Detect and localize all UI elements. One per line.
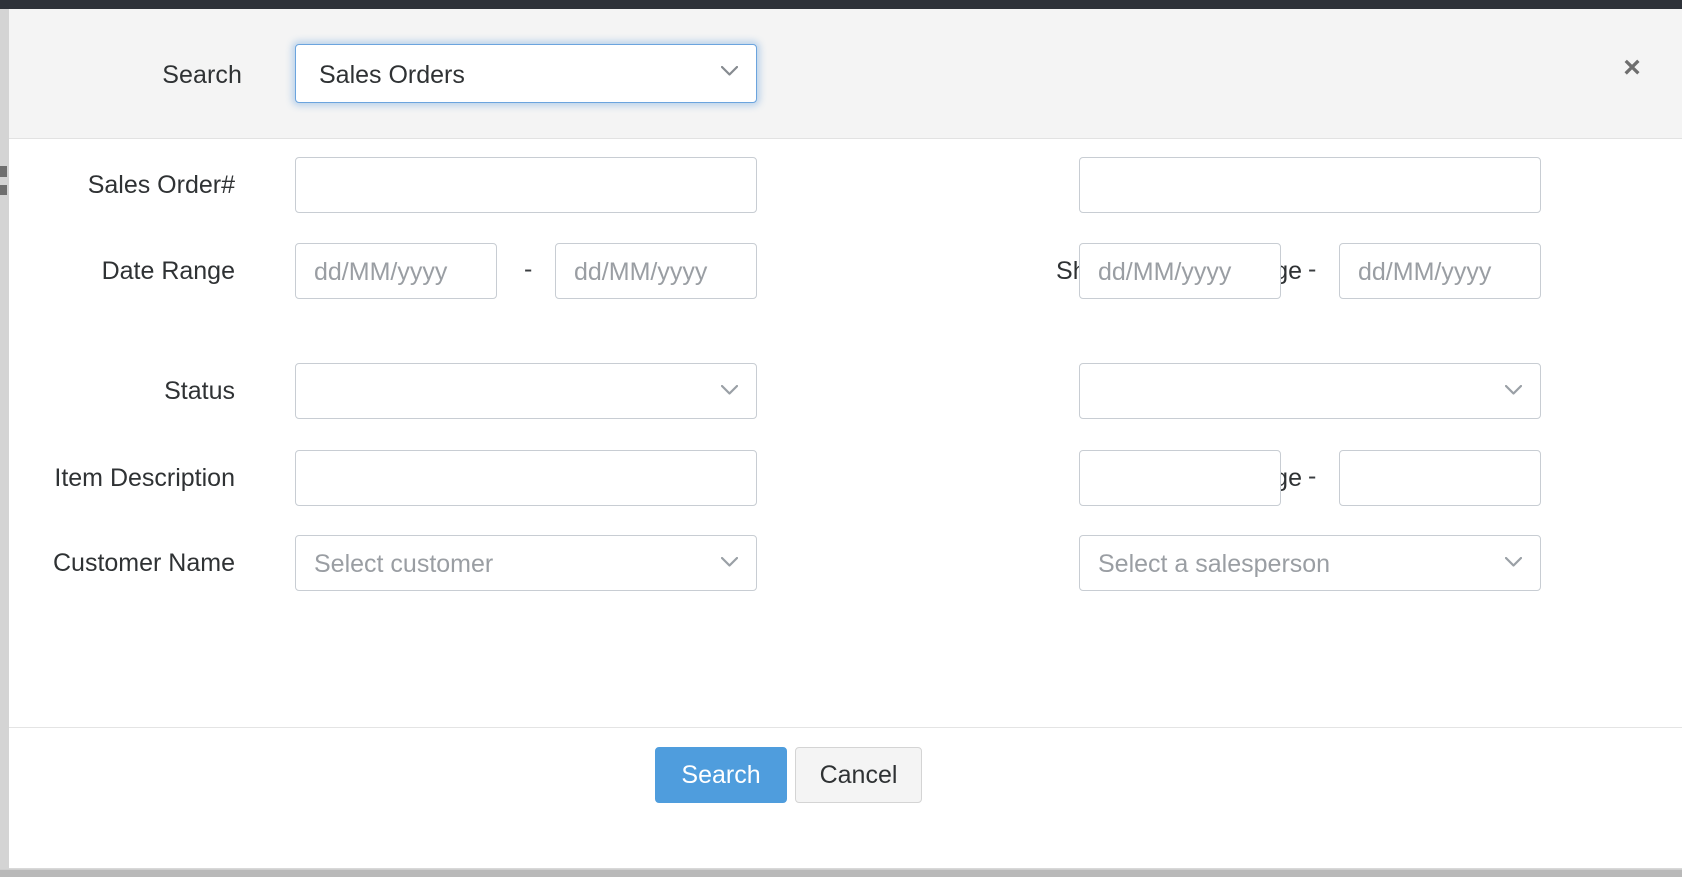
range-separator: -: [1308, 255, 1316, 284]
field-salesperson: Salesperson Select a salesperson: [784, 535, 1544, 597]
field-item-name: Item Name: [784, 363, 1544, 425]
field-control: [1079, 363, 1541, 419]
item-description-input[interactable]: [295, 450, 757, 506]
status-select[interactable]: [295, 363, 757, 419]
input-placeholder: dd/MM/yyyy: [314, 258, 447, 287]
input-placeholder: dd/MM/yyyy: [1358, 258, 1491, 287]
shipment-date-range-group: dd/MM/yyyy - dd/MM/yyyy: [1079, 243, 1541, 299]
date-range-to-input[interactable]: dd/MM/yyyy: [555, 243, 757, 299]
search-label: Search: [9, 61, 242, 90]
cancel-button[interactable]: Cancel: [795, 747, 922, 803]
range-separator: -: [524, 255, 532, 284]
field-status: Status: [9, 363, 769, 425]
salesperson-select[interactable]: Select a salesperson: [1079, 535, 1541, 591]
module-select-value: Sales Orders: [319, 61, 465, 90]
modal-body: Sales Order# Reference# Date Range d: [9, 139, 1682, 727]
close-icon[interactable]: ×: [1611, 47, 1653, 89]
chevron-down-icon: [1505, 385, 1522, 395]
shipment-date-from-input[interactable]: dd/MM/yyyy: [1079, 243, 1281, 299]
total-range-from-input[interactable]: [1079, 450, 1281, 506]
sales-order-number-input[interactable]: [295, 157, 757, 213]
field-control: [295, 157, 757, 213]
total-range-group: -: [1079, 450, 1541, 506]
field-control: dd/MM/yyyy - dd/MM/yyyy: [1079, 243, 1541, 299]
advanced-search-modal: Search Sales Orders × Sales Order#: [9, 9, 1682, 867]
field-control: [295, 363, 757, 419]
field-reference-number: Reference#: [784, 157, 1544, 219]
customer-name-select[interactable]: Select customer: [295, 535, 757, 591]
field-label: Sales Order#: [0, 168, 235, 202]
chevron-down-icon: [721, 557, 738, 567]
module-select[interactable]: Sales Orders: [295, 44, 757, 103]
footer-actions: Search Cancel: [9, 728, 1682, 868]
field-date-range: Date Range dd/MM/yyyy - dd/MM/yyyy: [9, 243, 769, 305]
chevron-down-icon: [1505, 557, 1522, 567]
field-control: Select a salesperson: [1079, 535, 1541, 591]
module-search-row: Search Sales Orders ×: [9, 9, 1682, 138]
total-range-to-input[interactable]: [1339, 450, 1541, 506]
date-range-from-input[interactable]: dd/MM/yyyy: [295, 243, 497, 299]
item-name-select[interactable]: [1079, 363, 1541, 419]
field-label: Date Range: [0, 254, 235, 288]
field-control: dd/MM/yyyy - dd/MM/yyyy: [295, 243, 757, 299]
shipment-date-to-input[interactable]: dd/MM/yyyy: [1339, 243, 1541, 299]
field-item-description: Item Description: [9, 450, 769, 512]
field-control: [1079, 157, 1541, 213]
field-label: Item Description: [0, 461, 235, 495]
search-button[interactable]: Search: [655, 747, 787, 803]
modal-footer: Search Cancel: [9, 727, 1682, 868]
chevron-down-icon: [721, 385, 738, 395]
field-total-range: Total Range -: [784, 450, 1544, 512]
field-control: Select customer: [295, 535, 757, 591]
input-placeholder: dd/MM/yyyy: [574, 258, 707, 287]
field-shipment-date-range: Shipment Date Range dd/MM/yyyy - dd/MM/y…: [784, 243, 1544, 305]
date-range-group: dd/MM/yyyy - dd/MM/yyyy: [295, 243, 757, 299]
field-label: Status: [0, 374, 235, 408]
field-label: Customer Name: [0, 546, 235, 580]
page-left-rail: [0, 9, 9, 869]
field-control: -: [1079, 450, 1541, 506]
field-sales-order-number: Sales Order#: [9, 157, 769, 219]
select-placeholder: Select a salesperson: [1098, 550, 1330, 579]
chevron-down-icon: [721, 66, 738, 76]
input-placeholder: dd/MM/yyyy: [1098, 258, 1231, 287]
modal-header: Search Sales Orders ×: [9, 9, 1682, 139]
range-separator: -: [1308, 462, 1316, 491]
reference-number-input[interactable]: [1079, 157, 1541, 213]
field-control: [295, 450, 757, 506]
field-customer-name: Customer Name Select customer: [9, 535, 769, 597]
app-topbar: [0, 0, 1682, 9]
select-placeholder: Select customer: [314, 550, 493, 579]
module-select-wrapper: Sales Orders: [295, 44, 757, 103]
